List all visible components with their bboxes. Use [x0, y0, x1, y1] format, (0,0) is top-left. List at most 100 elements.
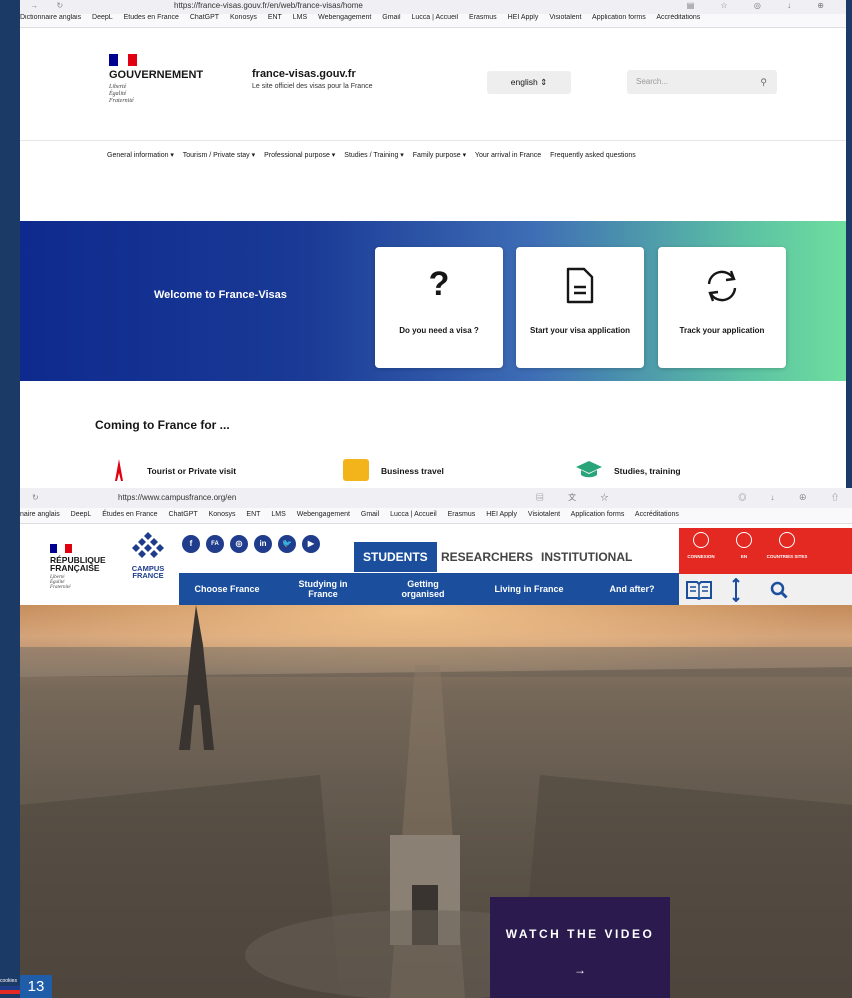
gov-flag-logo [109, 54, 137, 66]
bookmark-item[interactable]: HEI Apply [508, 14, 539, 21]
campus-france-window: ↻ https://www.campusfrance.org/en ▤ 文 ☆ … [20, 488, 852, 998]
republic-motto: Liberté Égalité Fraternité [50, 575, 71, 590]
bookmark-item[interactable]: Accréditations [635, 511, 679, 518]
bookmarks-bar: naire anglais DeepL Études en France Cha… [20, 508, 852, 524]
watch-video-button[interactable]: WATCH THE VIDEO → [490, 897, 670, 998]
toolbar-icons[interactable]: ▤ ☆ ◎ ↓ ⊕ [687, 1, 836, 10]
bookmark-item[interactable]: ChatGPT [168, 511, 197, 518]
book-icon[interactable] [685, 580, 713, 600]
globe-icon [779, 532, 795, 548]
bookmark-item[interactable]: DeepL [92, 14, 113, 21]
user-icon [693, 532, 709, 548]
linkedin-icon[interactable]: in [254, 535, 272, 553]
bookmark-item[interactable]: Webengagement [297, 511, 350, 518]
nav-item[interactable]: Your arrival in France [475, 152, 541, 159]
toolbar-icons[interactable]: ▤ 文 ☆ ◎ ↓ ⊕ ⇧ [536, 492, 850, 503]
bookmark-item[interactable]: Lucca | Accueil [390, 511, 437, 518]
nav-item[interactable]: General information ▾ [107, 152, 174, 159]
bookmark-item[interactable]: Études en France [124, 14, 179, 21]
speech-bubble-icon [736, 532, 752, 548]
tab-students[interactable]: STUDENTS [354, 542, 437, 572]
reload-icon[interactable]: ↻ [32, 493, 39, 502]
tools-bar [679, 574, 852, 605]
gov-label: GOUVERNEMENT [109, 69, 204, 81]
menu-and-after[interactable]: And after? [591, 573, 673, 605]
bookmark-item[interactable]: Erasmus [469, 14, 497, 21]
france-visas-window: ← → ↻ https://france-visas.gouv.fr/en/we… [20, 0, 846, 488]
tab-researchers[interactable]: RESEARCHERS [432, 542, 542, 572]
nav-item[interactable]: Tourism / Private stay ▾ [183, 152, 255, 159]
bookmark-item[interactable]: DeepL [71, 511, 92, 518]
nav-item[interactable]: Frequently asked questions [550, 152, 636, 159]
connexion-button[interactable]: CONNEXION [679, 532, 723, 559]
bookmark-item[interactable]: Visiotalent [549, 14, 581, 21]
search-icon[interactable]: ⚲ [760, 70, 767, 94]
briefcase-icon [343, 459, 369, 481]
fa-icon[interactable]: FA [206, 535, 224, 553]
address-bar[interactable]: https://france-visas.gouv.fr/en/web/fran… [174, 1, 363, 10]
twitter-icon[interactable]: 🐦 [278, 535, 296, 553]
hero-banner: Welcome to France-Visas ? Do you need a … [20, 221, 846, 381]
address-bar[interactable]: https://www.campusfrance.org/en [118, 493, 236, 502]
bookmark-item[interactable]: naire anglais [20, 511, 60, 518]
bookmark-item[interactable]: Études en France [102, 511, 157, 518]
instagram-icon[interactable]: ◎ [230, 535, 248, 553]
facebook-icon[interactable]: f [182, 535, 200, 553]
browser-toolbar: ↻ https://www.campusfrance.org/en ▤ 文 ☆ … [20, 488, 852, 508]
bookmark-item[interactable]: HEI Apply [486, 511, 517, 518]
youtube-icon[interactable]: ▶ [302, 535, 320, 553]
category-studies[interactable]: Studies, training [614, 466, 681, 476]
nav-item[interactable]: Professional purpose ▾ [264, 152, 335, 159]
bookmark-item[interactable]: LMS [271, 511, 285, 518]
menu-living-in-france[interactable]: Living in France [483, 573, 575, 605]
nav-item[interactable]: Family purpose ▾ [413, 152, 466, 159]
bookmark-item[interactable]: Lucca | Accueil [412, 14, 459, 21]
bookmark-item[interactable]: Erasmus [448, 511, 476, 518]
bookmark-item[interactable]: Gmail [361, 511, 379, 518]
hero-title: Welcome to France-Visas [154, 289, 287, 301]
refresh-icon [658, 267, 786, 310]
card-need-visa[interactable]: ? Do you need a visa ? [375, 247, 503, 368]
menu-getting-organised[interactable]: Getting organised [385, 573, 461, 605]
category-tourist[interactable]: Tourist or Private visit [147, 466, 236, 476]
bookmark-item[interactable]: ENT [246, 511, 260, 518]
browser-toolbar: ← → ↻ https://france-visas.gouv.fr/en/we… [20, 0, 846, 14]
category-business[interactable]: Business travel [381, 466, 444, 476]
language-button[interactable]: EN [722, 532, 766, 559]
paris-aerial-photo [20, 605, 852, 998]
bookmark-item[interactable]: Application forms [571, 511, 625, 518]
main-nav: General information ▾ Tourism / Private … [107, 151, 643, 159]
bookmark-item[interactable]: ChatGPT [190, 14, 219, 21]
cookies-badge[interactable]: cookies [0, 978, 20, 998]
search-icon[interactable] [770, 581, 788, 599]
countries-sites-button[interactable]: COUNTRIES SITES [765, 532, 809, 559]
bookmark-item[interactable]: ENT [268, 14, 282, 21]
bookmark-item[interactable]: Application forms [592, 14, 646, 21]
nav-buttons[interactable]: ← → ↻ [20, 1, 71, 10]
search-input[interactable]: Search... ⚲ [627, 70, 777, 94]
republic-flag-logo [50, 544, 72, 553]
eiffel-icon [113, 459, 125, 486]
campus-france-logo[interactable]: CAMPUS FRANCE [130, 530, 166, 579]
card-start-application[interactable]: Start your visa application [516, 247, 644, 368]
graduation-cap-icon [575, 460, 603, 483]
bookmark-item[interactable]: LMS [293, 14, 307, 21]
tab-institutional[interactable]: INSTITUTIONAL [532, 542, 641, 572]
menu-studying-in-france[interactable]: Studying in France [283, 573, 363, 605]
language-select[interactable]: english ⇕ [487, 71, 571, 94]
site-name[interactable]: france-visas.gouv.fr [252, 68, 356, 80]
bookmark-item[interactable]: Gmail [382, 14, 400, 21]
bookmark-item[interactable]: Accréditations [656, 14, 700, 21]
republic-label: RÉPUBLIQUE FRANÇAISE [50, 555, 106, 573]
card-track-application[interactable]: Track your application [658, 247, 786, 368]
question-icon: ? [428, 265, 450, 303]
bookmark-item[interactable]: Konosys [209, 511, 236, 518]
document-icon [516, 267, 644, 310]
bookmark-item[interactable]: Dictionnaire anglais [20, 14, 81, 21]
menu-choose-france[interactable]: Choose France [179, 573, 275, 605]
vertical-arrows-icon[interactable] [732, 578, 740, 602]
bookmark-item[interactable]: Konosys [230, 14, 257, 21]
nav-item[interactable]: Studies / Training ▾ [344, 152, 404, 159]
bookmark-item[interactable]: Webengagement [318, 14, 371, 21]
bookmark-item[interactable]: Visiotalent [528, 511, 560, 518]
